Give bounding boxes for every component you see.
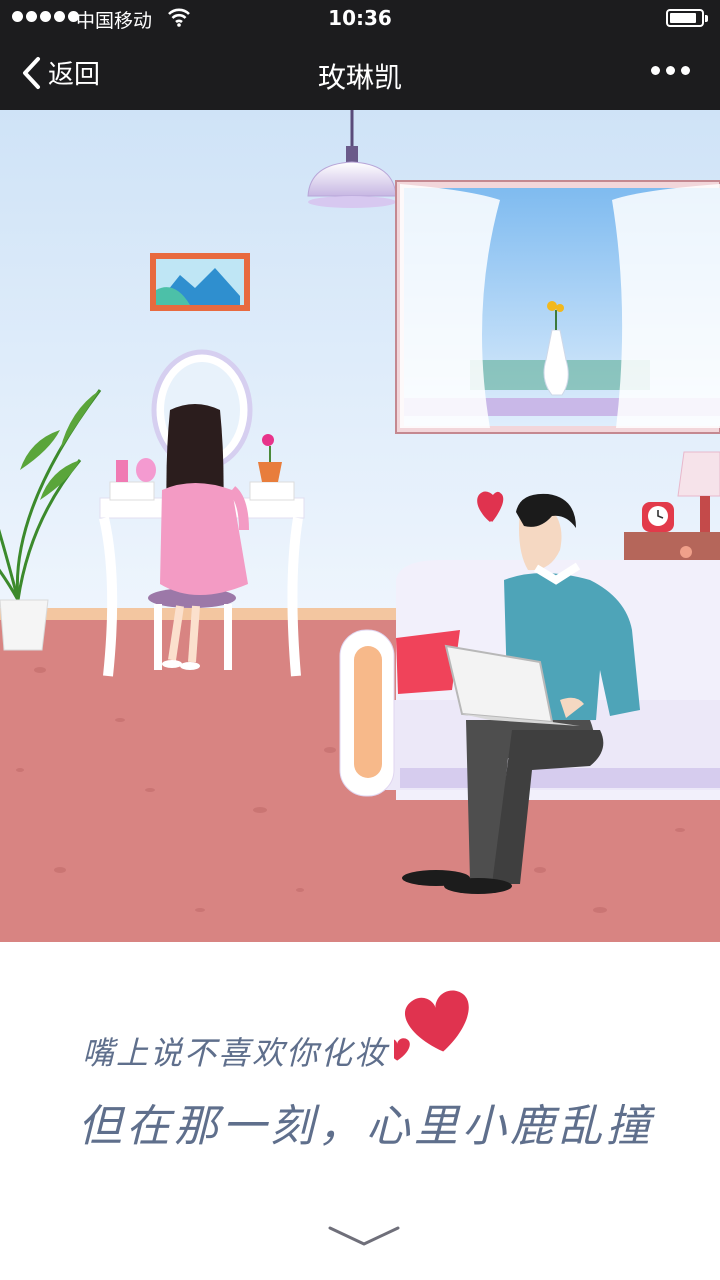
hearts-icon bbox=[394, 990, 469, 1061]
caption-line-2: 但在那一刻，心里小鹿乱撞 bbox=[78, 1101, 654, 1152]
caption-line-1: 嘴上说不喜欢你化妆 bbox=[82, 1034, 389, 1072]
caption-area: 嘴上说不喜欢你化妆 但在那一刻，心里小鹿乱撞 bbox=[0, 942, 720, 1280]
status-bar: 中国移动 10:36 bbox=[0, 0, 720, 36]
couple-room-illustration bbox=[0, 110, 720, 942]
more-button[interactable] bbox=[651, 66, 690, 75]
status-time: 10:36 bbox=[328, 6, 392, 30]
top-bar: 中国移动 10:36 返回 玫琳凯 bbox=[0, 0, 720, 110]
battery-icon bbox=[666, 9, 708, 27]
chevron-down-icon[interactable] bbox=[326, 1222, 402, 1250]
more-dots-icon bbox=[651, 66, 660, 75]
navigation-bar: 返回 玫琳凯 bbox=[0, 36, 720, 110]
page-title: 玫琳凯 bbox=[317, 61, 402, 94]
illustration-scene bbox=[0, 110, 720, 942]
